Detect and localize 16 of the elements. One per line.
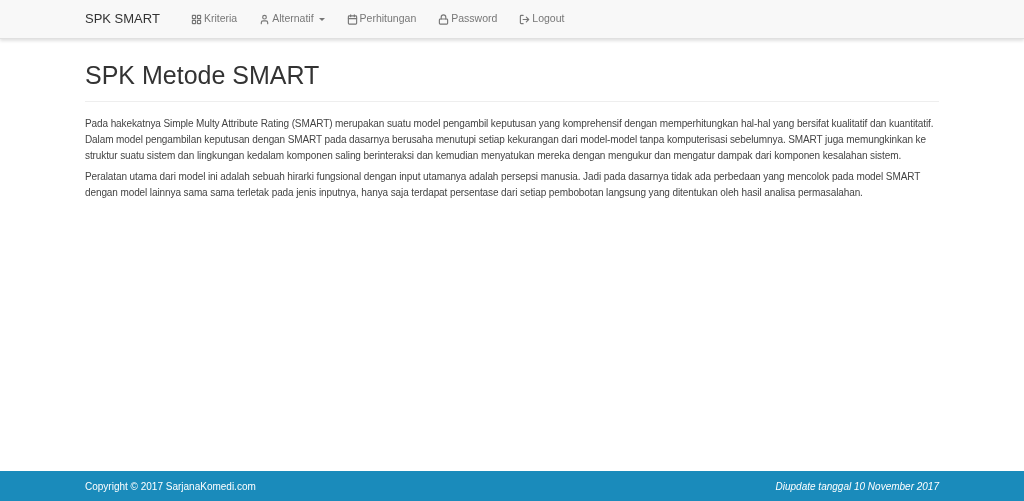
paragraph: Peralatan utama dari model ini adalah sebuah hirarki fungsional dengan input utamanya adalah persepsi manusia. Jadi pada dasarnya tidak ada perbedaan yang mencolok pada model SMART dengan model lainnya sama sama terletak pada jenis inputnya, hanya saja terdapat persentase dari setiap pembobotan langsung yang ditentukan oleh hasil analisa permasalahan. bbox=[85, 169, 921, 200]
logout-icon bbox=[519, 13, 531, 25]
copyright-text: Copyright © 2017 SarjanaKomedi.com bbox=[85, 479, 256, 494]
nav-link[interactable]: Password bbox=[427, 11, 509, 27]
calendar-icon bbox=[346, 13, 358, 25]
grid-icon bbox=[190, 13, 202, 25]
nav-link[interactable]: Alternatif bbox=[248, 11, 336, 27]
paragraph: Pada hakekatnya Simple Multy Attribute Rating (SMART) merupakan suatu model pengambil keputusan yang komprehensif dengan memperhitungkan hal-hal yang bersifat kualitatif dan kuantitatif. Dalam model pengambilan keputusan dengan SMART pada dasarnya berusaha menutupi setiap kekurangan dari model-model tanpa komputerisasi sebelumnya. SMART juga memungkinkan ke struktur suatu sistem dan lingkungan kedalam komponen saling berinteraksi dan kemudian menyatukan mereka dengan mengukur dan mengatur dampak dari komponen kesalahan sistem. bbox=[85, 116, 935, 163]
update-date-text: Diupdate tanggal 10 November 2017 bbox=[775, 479, 939, 494]
user-icon bbox=[259, 13, 271, 25]
brand-link[interactable]: SPK SMART bbox=[85, 9, 160, 29]
nav-link[interactable]: Logout bbox=[508, 11, 576, 27]
nav-link[interactable]: Perhitungan bbox=[335, 11, 428, 27]
nav-link[interactable]: Kriteria bbox=[179, 11, 249, 27]
page-title: SPK Metode SMART bbox=[85, 57, 939, 102]
lock-icon bbox=[438, 13, 450, 25]
